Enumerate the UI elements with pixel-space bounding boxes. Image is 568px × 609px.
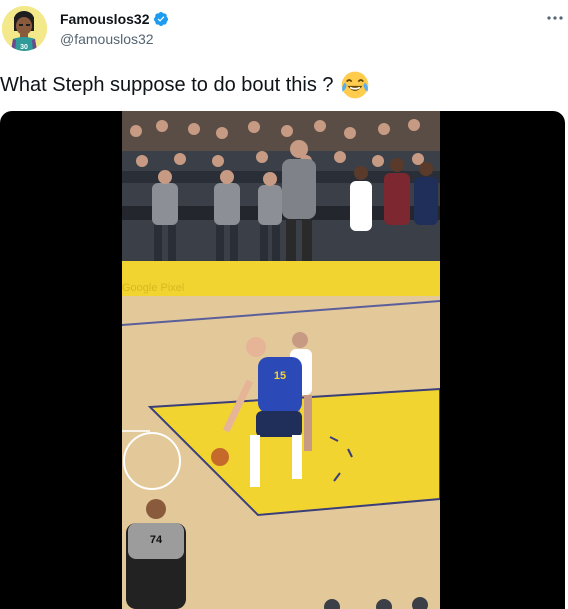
tweet-media[interactable]: Google Pixel 15 74 [0, 111, 565, 609]
verified-badge-icon [154, 12, 169, 26]
video-frame[interactable]: Google Pixel 15 74 [122, 111, 440, 609]
face-with-tears-of-joy-emoji [341, 71, 368, 99]
referee-number: 74 [150, 534, 163, 546]
tweet-text: What Steph suppose to do bout this ? [0, 70, 370, 100]
tweet-body: What Steph suppose to do bout this ? [0, 73, 334, 96]
player-jersey-number: 15 [274, 370, 286, 382]
author-name-row: Famouslos32 [60, 11, 169, 27]
court-signage: Google Pixel [122, 282, 184, 294]
avatar-cartoon-image: 30 [2, 6, 47, 51]
tweet: 30 Famouslos32 @famouslos32 What Steph s… [0, 0, 568, 609]
more-options-icon[interactable] [545, 8, 565, 28]
author-handle[interactable]: @famouslos32 [60, 31, 154, 47]
avatar[interactable]: 30 [2, 6, 47, 51]
avatar-jersey-number: 30 [20, 44, 28, 51]
author-display-name[interactable]: Famouslos32 [60, 11, 149, 27]
